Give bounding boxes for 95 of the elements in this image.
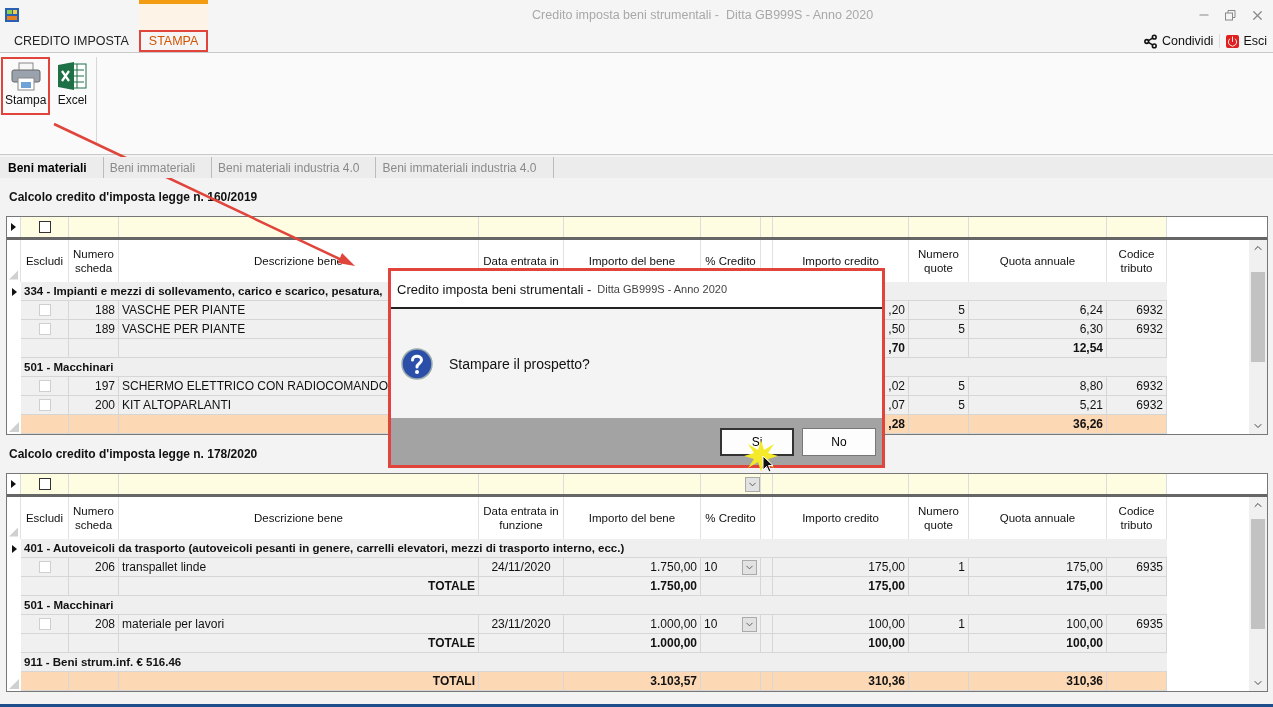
toolbar-button[interactable]: Stampa (1, 57, 51, 115)
section-title: Calcolo credito d'imposta legge n. 160/2019 (9, 190, 258, 206)
column-header[interactable]: % Credito (705, 254, 756, 268)
table-cell: 310,36 (773, 672, 909, 691)
column-header[interactable]: Quota annuale (999, 254, 1076, 268)
ribbon-tab[interactable]: STAMPA (138, 30, 209, 52)
corner-icon (9, 270, 18, 280)
cell-value: 10 (704, 617, 718, 631)
filter-cell[interactable] (969, 474, 1107, 494)
scrollbar[interactable] (1249, 497, 1267, 691)
column-header[interactable]: Importo del bene (588, 254, 676, 268)
filter-cell[interactable] (564, 217, 701, 237)
table-cell: 310,36 (969, 672, 1107, 691)
row-pointer-icon (11, 480, 16, 488)
dropdown-button[interactable] (742, 559, 757, 575)
column-header[interactable]: Quota annuale (999, 511, 1076, 525)
share-button[interactable]: Condividi (1136, 33, 1220, 49)
section-title: Calcolo credito d'imposta legge n. 178/2020 (9, 447, 258, 463)
printer-icon (9, 61, 42, 91)
filter-cell[interactable] (119, 217, 479, 237)
table-cell (1107, 415, 1167, 434)
filter-cell[interactable] (909, 474, 969, 494)
dropdown-button[interactable] (745, 476, 760, 492)
dialog-message: Stampare il prospetto? (449, 355, 590, 372)
filter-cell[interactable] (21, 474, 69, 494)
dialog-button[interactable]: No (802, 427, 876, 456)
table-cell: TOTALI (119, 672, 479, 691)
column-header[interactable]: Importo del bene (588, 511, 676, 525)
checkbox[interactable] (38, 221, 51, 233)
column-header[interactable]: Numero quote (911, 247, 966, 275)
share-icon (1142, 33, 1158, 49)
filter-cell[interactable] (773, 217, 909, 237)
column-header[interactable]: Codice tributo (1109, 247, 1164, 275)
filter-cell[interactable] (761, 217, 773, 237)
window-title: Credito imposta beni strumentali - Ditta GB999S - Anno 2020 (531, 8, 875, 22)
row-pointer-icon (11, 223, 16, 231)
column-header[interactable]: % Credito (705, 511, 756, 525)
row-selector[interactable] (7, 282, 21, 301)
filter-cell[interactable] (1107, 217, 1167, 237)
column-header[interactable]: Importo credito (802, 254, 879, 268)
question-icon (401, 347, 433, 380)
filter-cell[interactable] (701, 217, 761, 237)
corner-icon (9, 679, 19, 689)
table-cell (701, 672, 761, 691)
corner-icon (9, 527, 18, 537)
filter-cell[interactable] (701, 474, 761, 494)
table-cell: 3.103,57 (564, 672, 701, 691)
table-cell: 36,26 (969, 415, 1107, 434)
filter-cell[interactable] (761, 474, 773, 494)
filter-cell[interactable] (119, 474, 479, 494)
row-pointer-icon (11, 287, 17, 296)
table-cell (21, 672, 69, 691)
filter-cell[interactable] (21, 217, 69, 237)
dialog-subtitle: Ditta GB999S - Anno 2020 (597, 283, 727, 295)
filter-cell[interactable] (564, 474, 701, 494)
column-header[interactable]: Importo credito (802, 511, 879, 525)
filter-cell[interactable] (69, 474, 119, 494)
table-cell (69, 672, 119, 691)
column-header[interactable]: Descrizione bene (254, 511, 343, 525)
scrollbar[interactable] (1249, 240, 1267, 434)
scrollbar-thumb[interactable] (1251, 272, 1265, 362)
power-icon (1226, 34, 1240, 48)
dialog-title: Credito imposta beni strumentali - (397, 281, 592, 297)
table-cell (909, 415, 969, 434)
filter-cell[interactable] (773, 474, 909, 494)
filter-cell[interactable] (69, 217, 119, 237)
restore-icon[interactable] (1225, 9, 1236, 21)
filter-cell[interactable] (909, 217, 969, 237)
table-cell (761, 672, 773, 691)
column-header[interactable]: Numero scheda (71, 247, 116, 275)
column-header[interactable]: Numero quote (911, 504, 966, 532)
exit-button[interactable]: Esci (1219, 34, 1273, 48)
filter-cell[interactable] (479, 474, 564, 494)
cell-value: 10 (704, 560, 718, 574)
row-selector[interactable] (7, 539, 21, 558)
column-header[interactable]: Numero scheda (71, 504, 116, 532)
filter-cell[interactable] (1107, 474, 1167, 494)
column-header[interactable]: Data entrata in funzione (481, 504, 561, 532)
checkbox[interactable] (38, 478, 51, 490)
scrollbar-thumb[interactable] (1251, 519, 1265, 629)
column-header[interactable]: Escludi (25, 254, 64, 268)
filter-cell[interactable] (479, 217, 564, 237)
column-header[interactable]: Escludi (25, 511, 64, 525)
filter-cell[interactable] (969, 217, 1107, 237)
column-header[interactable]: Data entrata in (483, 254, 559, 268)
spreadsheet-icon (56, 61, 89, 91)
app-icon (4, 7, 20, 23)
column-header[interactable]: Codice tributo (1109, 504, 1164, 532)
dropdown-button[interactable] (742, 616, 757, 632)
toolbar-button[interactable]: Excel (52, 57, 93, 115)
table-cell (909, 672, 969, 691)
row-pointer-icon (11, 544, 17, 553)
ribbon-tab[interactable]: CREDITO IMPOSTA (4, 30, 139, 52)
table-cell (1107, 672, 1167, 691)
corner-icon (9, 422, 19, 432)
